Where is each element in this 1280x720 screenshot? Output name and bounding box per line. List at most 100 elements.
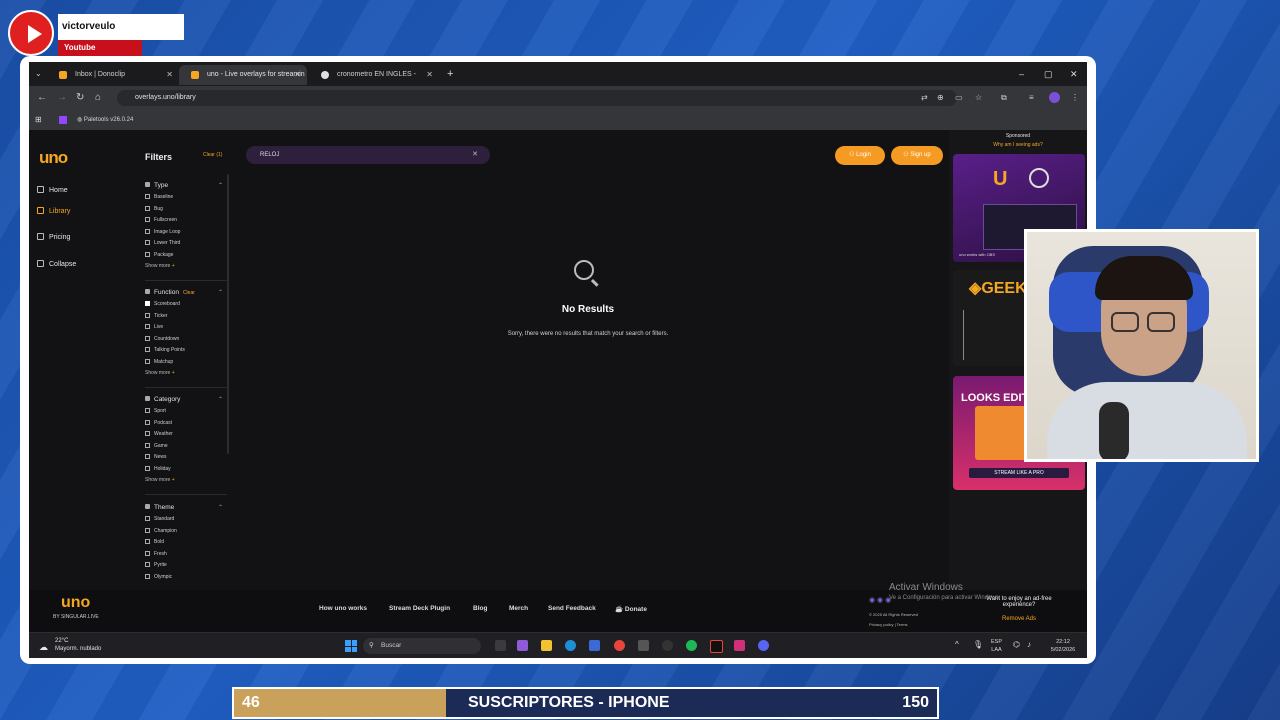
filter-option[interactable]: Holiday — [145, 464, 223, 476]
minimize-button[interactable]: – — [1019, 62, 1024, 86]
twitch-icon[interactable] — [59, 116, 67, 124]
filter-group-header[interactable]: Type ⌃ — [145, 180, 223, 192]
filter-option[interactable]: Lower Third — [145, 238, 223, 250]
filter-group-header[interactable]: Category ⌃ — [145, 394, 223, 406]
checkbox[interactable] — [145, 335, 150, 341]
filter-option[interactable]: Olympic — [145, 572, 223, 584]
filter-option[interactable]: News — [145, 452, 223, 464]
filter-option[interactable]: Fullscreen — [145, 215, 223, 227]
tiktok-icon[interactable] — [710, 640, 723, 653]
chevron-up-icon[interactable]: ⌃ — [218, 180, 223, 192]
nav-library[interactable]: Library — [37, 207, 70, 215]
filter-group-header[interactable]: Theme ⌃ — [145, 502, 223, 514]
filter-option[interactable]: Fresh — [145, 549, 223, 561]
windows-start-icon[interactable] — [345, 640, 357, 652]
show-more-link[interactable]: Show more + — [145, 368, 223, 378]
nav-collapse[interactable]: Collapse — [37, 260, 76, 268]
extensions-icon[interactable]: ⧉ — [1001, 91, 1007, 105]
filter-option[interactable]: Image Loop — [145, 227, 223, 239]
clock[interactable]: 22:12 5/02/2026 — [1045, 638, 1081, 654]
filter-option[interactable]: Sport — [145, 406, 223, 418]
filter-option[interactable]: Weather — [145, 429, 223, 441]
filter-option[interactable]: Bug — [145, 204, 223, 216]
discord-icon[interactable] — [758, 640, 769, 651]
clear-search-icon[interactable]: ✕ — [472, 146, 478, 164]
home-icon[interactable]: ⌂ — [95, 91, 101, 105]
filter-option[interactable]: Standard — [145, 514, 223, 526]
chevron-up-icon[interactable]: ⌃ — [218, 287, 223, 299]
back-icon[interactable]: ← — [37, 91, 47, 105]
obs-icon[interactable] — [662, 640, 673, 651]
checkbox[interactable] — [145, 217, 150, 222]
nav-pricing[interactable]: Pricing — [37, 233, 70, 241]
filter-option[interactable]: Talking Points — [145, 345, 223, 357]
checkbox[interactable] — [145, 550, 150, 556]
checkbox[interactable] — [145, 419, 150, 425]
footer-link-streamdeck[interactable]: Stream Deck Plugin — [389, 605, 450, 612]
signup-button[interactable]: ⚇ Sign up — [891, 146, 943, 165]
language-indicator[interactable]: ESP LAA — [991, 638, 1002, 654]
bookmark-paletools[interactable]: ◍ Paletools v26.0.24 — [77, 113, 133, 127]
reload-icon[interactable]: ↻ — [76, 91, 84, 105]
volume-icon[interactable]: ♪ — [1027, 641, 1031, 649]
filter-option[interactable]: Champion — [145, 526, 223, 538]
edge-icon[interactable] — [565, 640, 576, 651]
apps-grid-icon[interactable]: ⊞ — [35, 113, 42, 127]
show-more-link[interactable]: Show more + — [145, 261, 223, 271]
close-tab-icon[interactable]: ✕ — [426, 65, 433, 85]
tab-uno[interactable]: uno - Live overlays for streamin ✕ — [179, 65, 307, 85]
filter-option[interactable]: Countdown — [145, 334, 223, 346]
checkbox[interactable] — [145, 562, 150, 567]
checkbox[interactable] — [145, 251, 150, 257]
privacy-link[interactable]: Privacy policy — [869, 622, 893, 627]
checkbox[interactable] — [145, 465, 150, 471]
checkbox[interactable] — [145, 431, 150, 436]
close-tab-icon[interactable]: ✕ — [166, 65, 173, 85]
checkbox[interactable] — [145, 347, 150, 352]
filter-option[interactable]: Pyrite — [145, 560, 223, 572]
chrome-icon[interactable] — [614, 640, 625, 651]
filter-option[interactable]: Bold — [145, 537, 223, 549]
checkbox[interactable] — [145, 516, 150, 521]
filter-option[interactable]: Package — [145, 250, 223, 262]
search-input[interactable]: RELOJ ✕ — [246, 146, 490, 164]
menu-kebab-icon[interactable]: ⋮ — [1071, 91, 1079, 105]
tab-search[interactable]: cronometro EN INGLES - Buscar ✕ — [309, 65, 439, 98]
taskbar-search[interactable]: ⚲ Buscar — [363, 638, 481, 654]
maximize-button[interactable]: ▢ — [1044, 62, 1053, 86]
filter-option[interactable]: Ticker — [145, 311, 223, 323]
checkbox[interactable] — [145, 573, 150, 579]
zoom-icon[interactable]: ⊕ — [937, 91, 944, 105]
footer-link-feedback[interactable]: Send Feedback — [548, 605, 596, 612]
filters-scrollbar[interactable] — [227, 174, 229, 454]
filter-option[interactable]: Baseline — [145, 192, 223, 204]
footer-link-blog[interactable]: Blog — [473, 605, 487, 612]
ad3-cta[interactable]: STREAM LIKE A PRO — [969, 468, 1069, 478]
checkbox[interactable] — [145, 240, 150, 245]
uno-logo[interactable]: uno — [39, 148, 68, 168]
checkbox-checked[interactable] — [145, 301, 150, 306]
close-tab-icon[interactable]: ✕ — [294, 65, 301, 85]
remove-ads-link[interactable]: Remove Ads — [975, 616, 1063, 622]
task-view-icon[interactable] — [495, 640, 506, 651]
sidepanel-icon[interactable]: ≡ — [1029, 91, 1034, 105]
terms-link[interactable]: Terms — [897, 622, 908, 627]
checkbox[interactable] — [145, 539, 150, 544]
forward-icon[interactable]: → — [57, 91, 67, 105]
cast-icon[interactable]: ▭ — [955, 91, 963, 105]
tray-chevron-icon[interactable]: ^ — [955, 641, 959, 649]
footer-link-donate[interactable]: ☕ Donate — [615, 605, 647, 613]
app-icon[interactable] — [638, 640, 649, 651]
app2-icon[interactable] — [734, 640, 745, 651]
clear-all-filters[interactable]: Clear (1) — [203, 152, 222, 158]
close-window-button[interactable]: ✕ — [1070, 62, 1078, 86]
translate-icon[interactable]: ⇄ — [921, 91, 928, 105]
social-icons[interactable]: ◉ ◉ ◉ — [869, 596, 891, 604]
checkbox[interactable] — [145, 228, 150, 234]
checkbox[interactable] — [145, 194, 150, 199]
filter-option[interactable]: Matchup — [145, 357, 223, 369]
checkbox[interactable] — [145, 408, 150, 413]
chevron-up-icon[interactable]: ⌃ — [218, 394, 223, 406]
tab-search-icon[interactable]: ⌄ — [35, 67, 42, 81]
file-explorer-icon[interactable] — [541, 640, 552, 651]
